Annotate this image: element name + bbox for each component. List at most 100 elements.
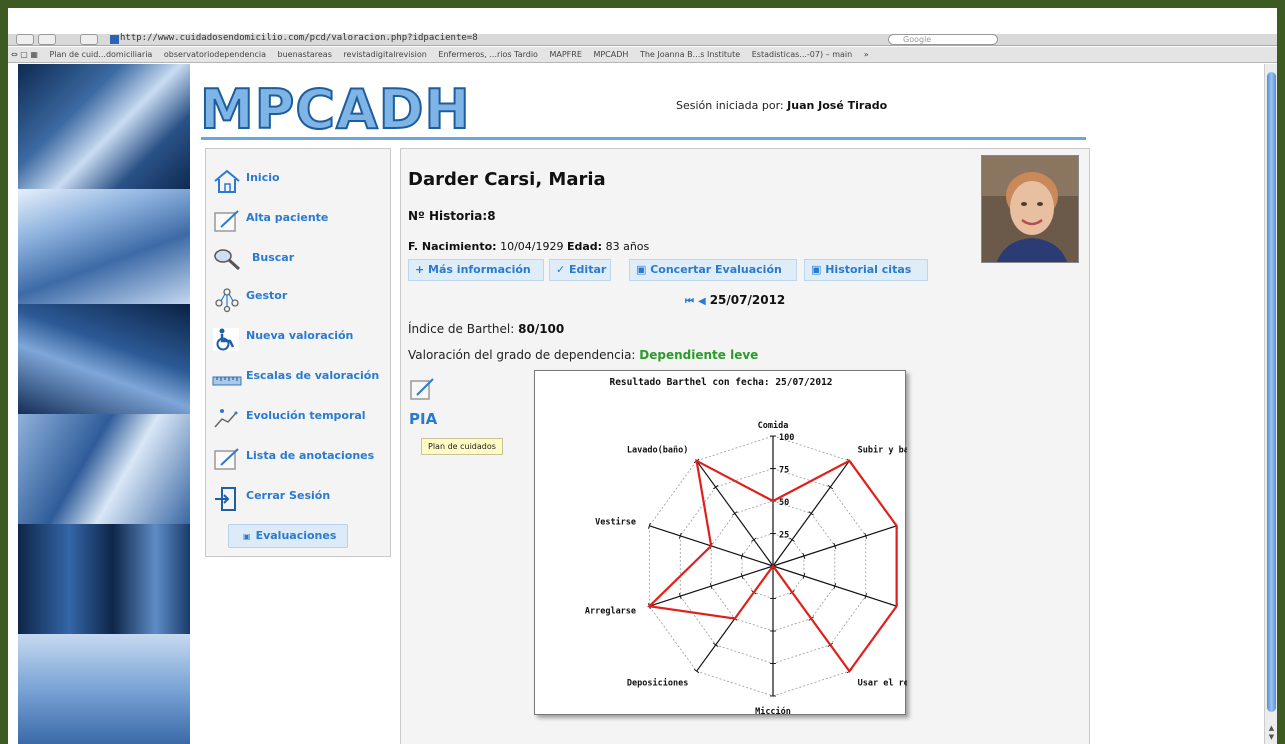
bookmarks-overflow-button[interactable]: » <box>864 47 869 62</box>
evaluaciones-label: Evaluaciones <box>255 529 337 542</box>
evaluaciones-button[interactable]: ▣ Evaluaciones <box>228 524 348 548</box>
bookmark-item[interactable]: Enfermeros, ...rios Tardio <box>438 47 538 62</box>
window-top <box>8 8 1277 34</box>
appointment-history-button[interactable]: ▣ Historial citas <box>804 259 928 281</box>
axis-tick <box>712 642 719 648</box>
bookmarks-bar: ⇔ ▢ ▦ Plan de cuid...domiciliaria observ… <box>8 47 1277 63</box>
more-info-button[interactable]: + Más información <box>408 259 544 281</box>
photo-corridor <box>18 634 190 744</box>
axis-label: Usar el retrete <box>858 678 907 688</box>
bookmark-item[interactable]: MPCADH <box>593 47 628 62</box>
bookmark-item[interactable]: observatoriodependencia <box>164 47 266 62</box>
evaluation-date: 25/07/2012 <box>709 293 786 307</box>
axis-tick <box>732 511 738 516</box>
bookmark-item[interactable]: revistadigitalrevision <box>343 47 426 62</box>
barthel-label: Índice de Barthel: <box>408 322 515 336</box>
sidebar-item-label: Buscar <box>252 251 295 264</box>
axis-tick <box>808 511 814 516</box>
bookmark-item[interactable]: Estadisticas...-07) – main <box>752 47 852 62</box>
pia-tooltip: Plan de cuidados <box>421 438 503 455</box>
sidebar-item-label: Nueva valoración <box>246 329 354 342</box>
pia-link[interactable]: PIA <box>409 410 437 428</box>
photo-keyboard-hands <box>18 304 190 414</box>
age-label: Edad: <box>566 240 603 253</box>
birth-date: 10/04/1929 <box>500 240 564 253</box>
grado-label: Valoración del grado de dependencia: <box>408 348 636 362</box>
address-bar: http://www.cuidadosendomicilio.com/pcd/v… <box>8 33 1277 46</box>
session-user: Juan José Tirado <box>787 99 888 112</box>
scroll-up-arrow[interactable]: ▲ <box>1267 724 1276 732</box>
wheelchair-icon <box>213 328 239 351</box>
edit-notes-icon[interactable] <box>410 377 436 401</box>
bookmark-item[interactable]: Plan de cuid...domiciliaria <box>49 47 152 62</box>
site-logo[interactable]: MPCADH <box>199 81 471 139</box>
tick-label: 25 <box>779 531 789 541</box>
birth-info: F. Nacimiento: 10/04/1929 Edad: 83 años <box>408 240 649 253</box>
forward-button[interactable] <box>38 34 56 45</box>
back-button[interactable] <box>16 34 34 45</box>
history-label: Nº Historia: <box>408 209 488 223</box>
notepad-icon <box>214 210 239 232</box>
sidebar-item-label: Evolución temporal <box>246 409 366 422</box>
tick-label: 75 <box>779 466 789 476</box>
previous-record-icon[interactable]: ◀ <box>698 296 706 307</box>
sidebar-item-escalas[interactable]: Escalas de valoración <box>212 365 390 395</box>
photo-caregiver-hands <box>18 189 190 304</box>
patient-name: Darder Carsi, Maria <box>408 169 606 190</box>
axis-label: Subir y bajar escaleras <box>858 445 907 456</box>
sidebar-item-inicio[interactable]: Inicio <box>212 167 390 197</box>
sidebar-item-anotaciones[interactable]: Lista de anotaciones <box>212 445 390 475</box>
barthel-value: 80/100 <box>518 322 565 336</box>
bookmark-item[interactable]: MAPFRE <box>549 47 581 62</box>
sidebar-item-label: Alta paciente <box>246 211 329 224</box>
sidebar-item-evolucion[interactable]: Evolución temporal <box>212 405 390 435</box>
schedule-evaluation-button[interactable]: ▣ Concertar Evaluación <box>629 259 797 281</box>
axis-label: Lavado(baño) <box>627 446 688 456</box>
site-favicon-icon <box>110 35 119 44</box>
bookmark-tools-icon[interactable]: ⇔ ▢ ▦ <box>8 47 38 62</box>
network-icon <box>215 288 239 313</box>
birth-label: F. Nacimiento: <box>408 240 497 253</box>
decorative-photo-strip <box>18 64 190 744</box>
scrollbar-thumb[interactable] <box>1267 72 1276 712</box>
axis-label: Micción <box>755 706 791 716</box>
url-field[interactable]: http://www.cuidadosendomicilio.com/pcd/v… <box>120 33 478 43</box>
sidebar-item-buscar[interactable]: Buscar <box>212 245 390 275</box>
sidebar-menu: Inicio Alta paciente Buscar Gestor Nueva… <box>205 148 391 557</box>
bookmark-item[interactable]: buenastareas <box>278 47 332 62</box>
notepad-icon <box>214 448 239 470</box>
photo-elderly-sitting <box>18 414 190 524</box>
axis-label: Comida <box>758 420 789 431</box>
ruler-icon <box>212 376 242 386</box>
bookmark-item[interactable]: The Joanna B...s Institute <box>640 47 740 62</box>
sidebar-item-cerrar-sesion[interactable]: Cerrar Sesión <box>212 485 390 515</box>
chart-title: Resultado Barthel con fecha: 25/07/2012 <box>609 377 832 388</box>
photo-room-interior <box>18 524 190 634</box>
sidebar-item-label: Cerrar Sesión <box>246 489 331 502</box>
scroll-down-arrow[interactable]: ▼ <box>1267 733 1276 741</box>
axis-tick <box>712 484 719 490</box>
axis-label: Arreglarse <box>585 606 636 616</box>
add-bookmark-button[interactable] <box>80 34 98 45</box>
edit-button[interactable]: ✓ Editar <box>549 259 611 281</box>
search-field[interactable]: Google <box>888 34 998 45</box>
radar-svg: Resultado Barthel con fecha: 25/07/2012 … <box>585 377 907 716</box>
list-icon: ▣ <box>243 532 251 541</box>
magnifier-icon <box>214 249 241 271</box>
first-record-icon[interactable]: ⏮ <box>685 296 694 307</box>
age-value: 83 años <box>605 240 650 253</box>
sidebar-item-gestor[interactable]: Gestor <box>212 285 390 315</box>
sidebar-item-nueva-valoracion[interactable]: Nueva valoración <box>212 325 390 355</box>
axis-label: Vestirse <box>595 517 636 528</box>
web-page: MPCADH Sesión iniciada por: Juan José Ti… <box>8 64 1264 744</box>
session-info: Sesión iniciada por: Juan José Tirado <box>676 99 887 112</box>
history-number: Nº Historia:8 <box>408 209 496 223</box>
date-navigation: ⏮ ◀ 25/07/2012 <box>685 293 785 307</box>
barthel-index: Índice de Barthel: 80/100 <box>408 322 564 336</box>
axis-tick <box>693 669 700 674</box>
axis-label: Deposiciones <box>627 677 688 688</box>
sidebar-item-alta-paciente[interactable]: Alta paciente <box>212 207 390 237</box>
home-icon <box>214 169 240 193</box>
vertical-scrollbar[interactable]: ▲ ▼ <box>1264 64 1277 744</box>
tick-label: 100 <box>779 433 794 443</box>
